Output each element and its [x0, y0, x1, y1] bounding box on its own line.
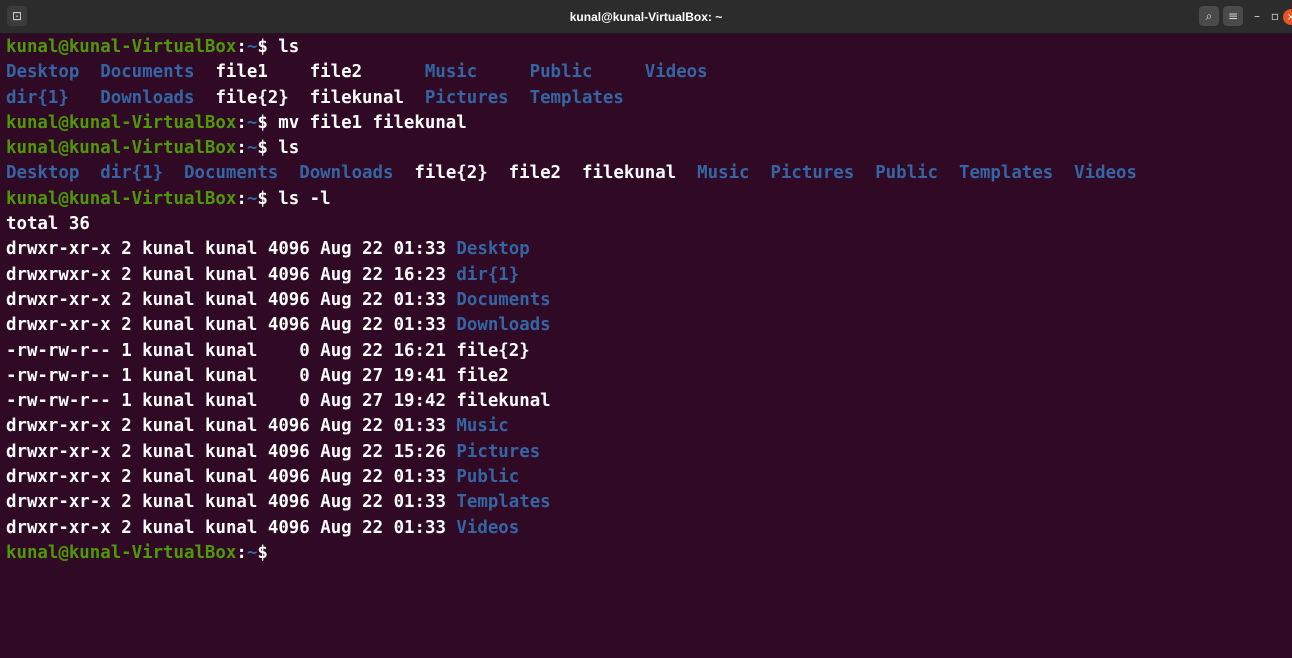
prompt-path: ~: [246, 188, 258, 209]
output-line: dir{1} Downloads file{2} filekunal Pictu…: [6, 86, 1286, 111]
maximize-icon: ▫: [1270, 9, 1280, 23]
close-button[interactable]: ×: [1283, 9, 1292, 25]
prompt-separator: :: [236, 542, 247, 563]
title-bar[interactable]: ⊡ kunal@kunal-VirtualBox: ~ ⌕ ≡ – ▫ ×: [0, 0, 1292, 34]
menu-button[interactable]: ≡: [1223, 6, 1243, 26]
output-text: total 36: [6, 214, 90, 235]
prompt-symbol: $: [257, 188, 279, 209]
prompt-symbol: $: [257, 542, 279, 563]
prompt-separator: :: [236, 112, 247, 133]
output-text: drwxr-xr-x 2 kunal kunal 4096 Aug 22 01:…: [6, 517, 520, 538]
output-text: drwxr-xr-x 2 kunal kunal 4096 Aug 22 01:…: [6, 467, 520, 488]
output-text: -rw-rw-r-- 1 kunal kunal 0 Aug 27 19:41 …: [6, 365, 509, 386]
terminal-window: ⊡ kunal@kunal-VirtualBox: ~ ⌕ ≡ – ▫ × ku…: [0, 0, 1292, 658]
output-line: drwxr-xr-x 2 kunal kunal 4096 Aug 22 01:…: [6, 465, 1286, 490]
output-text: drwxr-xr-x 2 kunal kunal 4096 Aug 22 01:…: [6, 289, 551, 310]
output-text: Desktop Documents file1 file2 Music Publ…: [6, 62, 708, 83]
minimize-icon: –: [1254, 9, 1260, 23]
output-line: -rw-rw-r-- 1 kunal kunal 0 Aug 22 16:21 …: [6, 339, 1286, 364]
minimize-button[interactable]: –: [1248, 6, 1266, 26]
output-line: Desktop Documents file1 file2 Music Publ…: [6, 60, 1286, 85]
output-text: Desktop dir{1} Documents Downloads file{…: [6, 163, 1137, 184]
prompt-symbol: $: [257, 138, 279, 159]
output-line: -rw-rw-r-- 1 kunal kunal 0 Aug 27 19:41 …: [6, 364, 1286, 389]
prompt-user-host: kunal@kunal-VirtualBox: [6, 138, 237, 159]
output-text: dir{1} Downloads file{2} filekunal Pictu…: [6, 87, 624, 108]
output-line: drwxr-xr-x 2 kunal kunal 4096 Aug 22 15:…: [6, 440, 1286, 465]
output-text: -rw-rw-r-- 1 kunal kunal 0 Aug 22 16:21 …: [6, 340, 530, 361]
command-text: mv file1 filekunal: [278, 112, 467, 133]
output-line: drwxr-xr-x 2 kunal kunal 4096 Aug 22 01:…: [6, 288, 1286, 313]
output-line: Desktop dir{1} Documents Downloads file{…: [6, 161, 1286, 186]
prompt-user-host: kunal@kunal-VirtualBox: [6, 542, 237, 563]
prompt-separator: :: [236, 188, 247, 209]
prompt-symbol: $: [257, 37, 279, 57]
prompt-separator: :: [236, 37, 247, 57]
prompt-path: ~: [246, 138, 258, 159]
output-line: drwxr-xr-x 2 kunal kunal 4096 Aug 22 01:…: [6, 414, 1286, 439]
prompt-line: kunal@kunal-VirtualBox:~$ mv file1 filek…: [6, 111, 1286, 136]
maximize-button[interactable]: ▫: [1266, 6, 1284, 26]
prompt-line: kunal@kunal-VirtualBox:~$: [6, 541, 1286, 566]
prompt-line: kunal@kunal-VirtualBox:~$ ls -l: [6, 187, 1286, 212]
output-line: drwxr-xr-x 2 kunal kunal 4096 Aug 22 01:…: [6, 516, 1286, 541]
hamburger-menu-icon: ≡: [1227, 9, 1239, 23]
prompt-path: ~: [246, 37, 258, 57]
output-line: -rw-rw-r-- 1 kunal kunal 0 Aug 27 19:42 …: [6, 389, 1286, 414]
output-text: -rw-rw-r-- 1 kunal kunal 0 Aug 27 19:42 …: [6, 391, 551, 412]
prompt-separator: :: [236, 138, 247, 159]
window-title: kunal@kunal-VirtualBox: ~: [569, 10, 723, 24]
search-icon: ⌕: [1205, 8, 1213, 23]
output-line: total 36: [6, 212, 1286, 237]
output-line: drwxr-xr-x 2 kunal kunal 4096 Aug 22 01:…: [6, 313, 1286, 338]
prompt-user-host: kunal@kunal-VirtualBox: [6, 37, 237, 57]
output-text: drwxr-xr-x 2 kunal kunal 4096 Aug 22 15:…: [6, 441, 541, 462]
prompt-path: ~: [246, 542, 258, 563]
output-line: drwxrwxr-x 2 kunal kunal 4096 Aug 22 16:…: [6, 263, 1286, 288]
prompt-path: ~: [246, 112, 258, 133]
prompt-line: kunal@kunal-VirtualBox:~$ ls: [6, 136, 1286, 161]
command-text: ls: [278, 37, 300, 57]
prompt-user-host: kunal@kunal-VirtualBox: [6, 112, 237, 133]
output-line: drwxr-xr-x 2 kunal kunal 4096 Aug 22 01:…: [6, 237, 1286, 262]
output-text: drwxr-xr-x 2 kunal kunal 4096 Aug 22 01:…: [6, 416, 509, 437]
output-text: drwxrwxr-x 2 kunal kunal 4096 Aug 22 16:…: [6, 264, 520, 285]
output-text: drwxr-xr-x 2 kunal kunal 4096 Aug 22 01:…: [6, 239, 530, 260]
output-text: drwxr-xr-x 2 kunal kunal 4096 Aug 22 01:…: [6, 492, 551, 513]
search-button[interactable]: ⌕: [1199, 6, 1219, 26]
command-text: ls: [278, 138, 300, 159]
prompt-line: kunal@kunal-VirtualBox:~$ ls: [6, 35, 1286, 60]
command-text: ls -l: [278, 188, 331, 209]
prompt-user-host: kunal@kunal-VirtualBox: [6, 188, 237, 209]
output-line: drwxr-xr-x 2 kunal kunal 4096 Aug 22 01:…: [6, 490, 1286, 515]
output-text: drwxr-xr-x 2 kunal kunal 4096 Aug 22 01:…: [6, 315, 551, 336]
close-icon: ×: [1286, 11, 1292, 23]
prompt-symbol: $: [257, 112, 279, 133]
terminal-output-area[interactable]: kunal@kunal-VirtualBox:~$ ls Desktop Docu…: [6, 35, 1286, 658]
